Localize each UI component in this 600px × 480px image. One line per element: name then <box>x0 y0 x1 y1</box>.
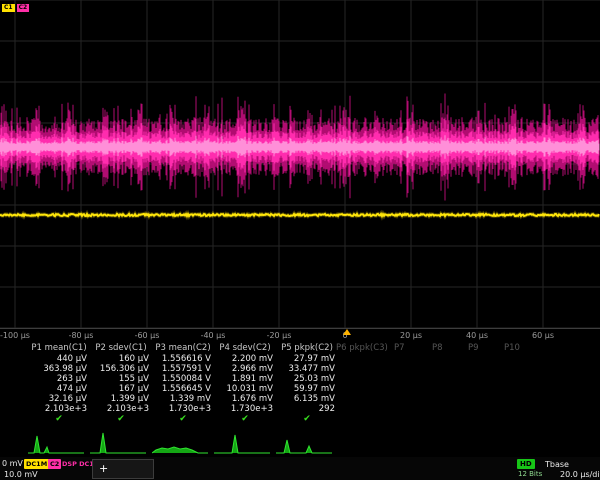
measure-value: 2.103e+3 <box>28 404 90 414</box>
measure-value: 27.97 mV <box>276 354 338 364</box>
measure-header: P2 sdev(C1) <box>90 343 152 354</box>
measure-header-unused[interactable]: P6 pkpk(C3) <box>336 343 388 354</box>
measure-column[interactable]: P4 sdev(C2)2.200 mV2.966 mV1.891 mV10.03… <box>214 343 276 424</box>
measure-value: 2.966 mV <box>214 364 276 374</box>
parameter-histicon[interactable] <box>152 428 208 454</box>
measure-value: 292 <box>276 404 338 414</box>
measure-value: 160 µV <box>90 354 152 364</box>
measure-value: 2.103e+3 <box>90 404 152 414</box>
measurement-table: P1 mean(C1)440 µV363.98 µV263 µV474 µV32… <box>0 343 600 429</box>
c2-descriptor-chip[interactable]: C2 <box>48 459 61 469</box>
plus-marker-icon[interactable]: + <box>99 462 108 475</box>
measure-value: 1.550084 V <box>152 374 214 384</box>
measure-header-unused[interactable]: P9 <box>468 343 479 354</box>
time-label: 60 µs <box>532 331 554 340</box>
marker-box[interactable]: + <box>92 459 154 479</box>
measure-header: P5 pkpk(C2) <box>276 343 338 354</box>
measure-value: 6.135 mV <box>276 394 338 404</box>
c1-tag: C1 <box>2 4 15 12</box>
c1-vdiv-readout: 10.0 mV <box>4 470 38 479</box>
time-label: -20 µs <box>267 331 292 340</box>
measure-column[interactable]: P1 mean(C1)440 µV363.98 µV263 µV474 µV32… <box>28 343 90 424</box>
measure-value: 32.16 µV <box>28 394 90 404</box>
time-label: -40 µs <box>201 331 226 340</box>
measure-value: 156.306 µV <box>90 364 152 374</box>
measure-value: 1.730e+3 <box>152 404 214 414</box>
time-axis: -100 µs-80 µs-60 µs-40 µs-20 µs020 µs40 … <box>0 331 600 343</box>
measure-value: 1.339 mV <box>152 394 214 404</box>
measure-value: 1.399 µV <box>90 394 152 404</box>
parameter-histicon[interactable] <box>90 428 146 454</box>
c1-descriptor-chip[interactable]: DC1M <box>24 459 49 469</box>
time-label: 20 µs <box>400 331 422 340</box>
measure-status-check-icon: ✔ <box>90 414 152 424</box>
time-label: -100 µs <box>0 331 30 340</box>
parameter-histicon[interactable] <box>28 428 84 454</box>
measure-value: 1.556616 V <box>152 354 214 364</box>
measure-header: P1 mean(C1) <box>28 343 90 354</box>
measure-value: 263 µV <box>28 374 90 384</box>
measure-value: 1.557591 V <box>152 364 214 374</box>
measure-value: 155 µV <box>90 374 152 384</box>
measure-value: 1.556645 V <box>152 384 214 394</box>
measure-value: 474 µV <box>28 384 90 394</box>
time-label: -80 µs <box>69 331 94 340</box>
measure-status-check-icon: ✔ <box>276 414 338 424</box>
measure-value: 167 µV <box>90 384 152 394</box>
measure-column[interactable]: P3 mean(C2)1.556616 V1.557591 V1.550084 … <box>152 343 214 424</box>
measure-header-unused[interactable]: P10 <box>504 343 520 354</box>
measure-value: 1.730e+3 <box>214 404 276 414</box>
parameter-histicon[interactable] <box>276 428 332 454</box>
measure-value: 2.200 mV <box>214 354 276 364</box>
measure-header-unused[interactable]: P8 <box>432 343 443 354</box>
timebase-tdiv-readout[interactable]: 20.0 µs/div <box>560 470 600 479</box>
waveform-display[interactable] <box>0 0 600 330</box>
measure-column[interactable]: P5 pkpk(C2)27.97 mV33.477 mV25.03 mV59.9… <box>276 343 338 424</box>
measure-header-unused[interactable]: P7 <box>394 343 405 354</box>
parameter-histicon[interactable] <box>214 428 270 454</box>
measure-value: 25.03 mV <box>276 374 338 384</box>
measure-value: 1.676 mV <box>214 394 276 404</box>
c2-tag: C2 <box>17 4 30 12</box>
measure-value: 1.891 mV <box>214 374 276 384</box>
measure-value: 33.477 mV <box>276 364 338 374</box>
measure-status-check-icon: ✔ <box>214 414 276 424</box>
measure-status-check-icon: ✔ <box>28 414 90 424</box>
timebase-label[interactable]: Tbase <box>545 460 569 469</box>
time-label: -60 µs <box>135 331 160 340</box>
hd-mode-chip[interactable]: HD <box>517 459 535 469</box>
bottom-bar: 0 mV DC1M C2 DSP DC1M 10.0 mV + HD Tbase… <box>0 457 600 480</box>
c1-offset-readout: 0 mV <box>2 459 23 468</box>
measure-value: 440 µV <box>28 354 90 364</box>
trigger-position-marker[interactable] <box>343 329 351 335</box>
bit-depth-label: 12 Bits <box>518 470 542 478</box>
measure-value: 10.031 mV <box>214 384 276 394</box>
measure-status-check-icon: ✔ <box>152 414 214 424</box>
histicon-row <box>0 428 600 456</box>
oscilloscope-screen: C1 C2 -100 µs-80 µs-60 µs-40 µs-20 µs020… <box>0 0 600 480</box>
time-label: 40 µs <box>466 331 488 340</box>
measure-header: P3 mean(C2) <box>152 343 214 354</box>
measure-value: 363.98 µV <box>28 364 90 374</box>
top-left-trace-tags: C1 C2 <box>2 4 29 12</box>
measure-header: P4 sdev(C2) <box>214 343 276 354</box>
measure-column[interactable]: P2 sdev(C1)160 µV156.306 µV155 µV167 µV1… <box>90 343 152 424</box>
measure-value: 59.97 mV <box>276 384 338 394</box>
